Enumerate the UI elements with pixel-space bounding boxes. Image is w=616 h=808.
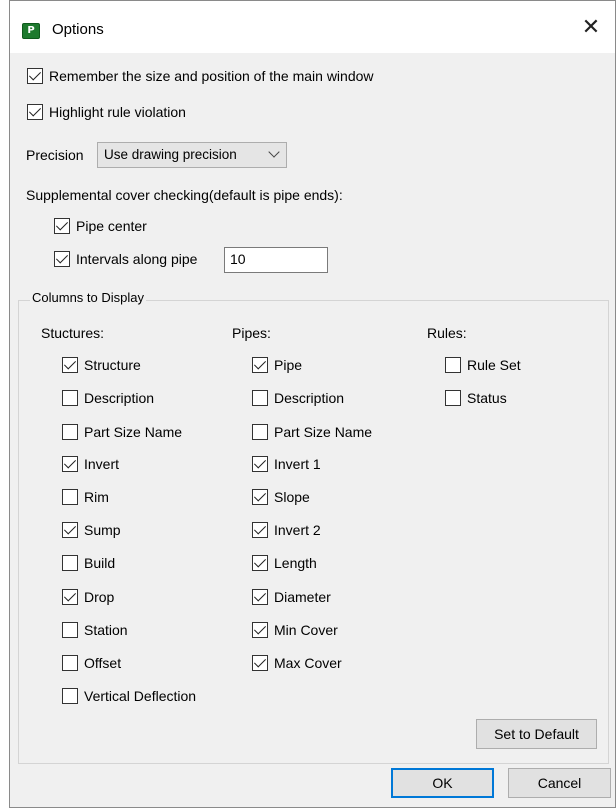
checkbox-label: Description [274, 390, 345, 406]
structure-col-sump[interactable]: Sump [62, 522, 121, 538]
set-to-default-button[interactable]: Set to Default [476, 719, 597, 749]
pipe-col-slope[interactable]: Slope [252, 489, 310, 505]
pipe-col-max-cover[interactable]: Max Cover [252, 655, 342, 671]
checkbox[interactable] [252, 456, 268, 472]
checkbox[interactable] [62, 655, 78, 671]
checkbox-label: Invert 1 [274, 456, 321, 472]
structure-col-build[interactable]: Build [62, 555, 115, 571]
remember-size-checkbox[interactable] [27, 68, 43, 84]
checkbox-label: Drop [84, 589, 115, 605]
rule-col-rule-set[interactable]: Rule Set [445, 357, 521, 373]
checkbox-label: Build [84, 555, 116, 571]
structure-col-rim[interactable]: Rim [62, 489, 109, 505]
structure-col-station[interactable]: Station [62, 622, 128, 638]
pipe-center-label: Pipe center [76, 218, 147, 234]
checkbox-label: Part Size Name [274, 424, 373, 440]
ok-button[interactable]: OK [391, 768, 494, 798]
pipe-col-invert-1[interactable]: Invert 1 [252, 456, 321, 472]
pipe-col-length[interactable]: Length [252, 555, 317, 571]
precision-select[interactable]: Use drawing precision [97, 142, 287, 168]
structure-col-invert[interactable]: Invert [62, 456, 119, 472]
checkbox[interactable] [62, 688, 78, 704]
checkbox-label: Slope [274, 489, 310, 505]
pipe-col-description[interactable]: Description [252, 390, 344, 406]
pipe-col-invert-2[interactable]: Invert 2 [252, 522, 321, 538]
intervals-checkbox[interactable] [54, 251, 70, 267]
rules-header: Rules: [427, 325, 467, 341]
checkbox[interactable] [252, 489, 268, 505]
precision-label: Precision [26, 147, 84, 163]
checkbox-label: Max Cover [274, 655, 342, 671]
checkbox[interactable] [445, 390, 461, 406]
checkbox[interactable] [252, 424, 268, 440]
checkbox[interactable] [252, 555, 268, 571]
structure-col-vertical-deflection[interactable]: Vertical Deflection [62, 688, 196, 704]
checkbox-label: Invert [84, 456, 120, 472]
structure-col-drop[interactable]: Drop [62, 589, 114, 605]
close-icon[interactable]: ✕ [579, 17, 603, 41]
title-bar: P Options ✕ [10, 1, 615, 53]
pipe-col-part-size-name[interactable]: Part Size Name [252, 424, 372, 440]
pipe-col-diameter[interactable]: Diameter [252, 589, 331, 605]
checkbox-label: Part Size Name [84, 424, 183, 440]
highlight-violation-checkbox-row[interactable]: Highlight rule violation [27, 104, 186, 120]
checkbox-label: Rule Set [467, 357, 521, 373]
pipe-col-pipe[interactable]: Pipe [252, 357, 302, 373]
checkbox-label: Diameter [274, 589, 331, 605]
checkbox-label: Description [84, 390, 155, 406]
checkbox[interactable] [252, 622, 268, 638]
checkbox[interactable] [252, 589, 268, 605]
checkbox-label: Vertical Deflection [84, 688, 197, 704]
checkbox-label: Min Cover [274, 622, 338, 638]
remember-size-checkbox-row[interactable]: Remember the size and position of the ma… [27, 68, 374, 84]
intervals-checkbox-row[interactable]: Intervals along pipe [54, 251, 197, 267]
app-logo-icon: P [22, 23, 40, 39]
checkbox[interactable] [62, 555, 78, 571]
checkbox[interactable] [62, 456, 78, 472]
dialog-title: Options [52, 21, 104, 38]
intervals-label: Intervals along pipe [76, 251, 198, 267]
checkbox[interactable] [62, 357, 78, 373]
checkbox[interactable] [252, 357, 268, 373]
checkbox-label: Length [274, 555, 317, 571]
chevron-down-icon [268, 146, 280, 158]
structure-col-structure[interactable]: Structure [62, 357, 141, 373]
checkbox-label: Status [467, 390, 507, 406]
checkbox-label: Invert 2 [274, 522, 321, 538]
highlight-violation-checkbox[interactable] [27, 104, 43, 120]
checkbox[interactable] [252, 655, 268, 671]
pipes-header: Pipes: [232, 325, 271, 341]
cancel-button[interactable]: Cancel [508, 768, 611, 798]
precision-selected-value: Use drawing precision [104, 147, 237, 162]
structure-col-part-size-name[interactable]: Part Size Name [62, 424, 182, 440]
checkbox[interactable] [62, 622, 78, 638]
checkbox-label: Offset [84, 655, 122, 671]
structure-col-offset[interactable]: Offset [62, 655, 121, 671]
checkbox[interactable] [445, 357, 461, 373]
columns-group-label: Columns to Display [30, 290, 146, 305]
checkbox[interactable] [62, 424, 78, 440]
checkbox[interactable] [252, 522, 268, 538]
supplemental-label: Supplemental cover checking(default is p… [26, 187, 343, 203]
checkbox[interactable] [62, 390, 78, 406]
structures-header: Stuctures: [41, 325, 105, 341]
checkbox-label: Sump [84, 522, 121, 538]
checkbox-label: Structure [84, 357, 141, 373]
checkbox-label: Station [84, 622, 128, 638]
checkbox[interactable] [62, 522, 78, 538]
checkbox[interactable] [252, 390, 268, 406]
intervals-input[interactable]: 10 [224, 247, 328, 273]
pipe-col-min-cover[interactable]: Min Cover [252, 622, 338, 638]
highlight-violation-label: Highlight rule violation [49, 104, 186, 120]
structure-col-description[interactable]: Description [62, 390, 154, 406]
checkbox-label: Rim [84, 489, 109, 505]
checkbox[interactable] [62, 589, 78, 605]
checkbox-label: Pipe [274, 357, 303, 373]
checkbox[interactable] [62, 489, 78, 505]
rule-col-status[interactable]: Status [445, 390, 507, 406]
remember-size-label: Remember the size and position of the ma… [49, 68, 374, 84]
pipe-center-checkbox[interactable] [54, 218, 70, 234]
pipe-center-checkbox-row[interactable]: Pipe center [54, 218, 147, 234]
